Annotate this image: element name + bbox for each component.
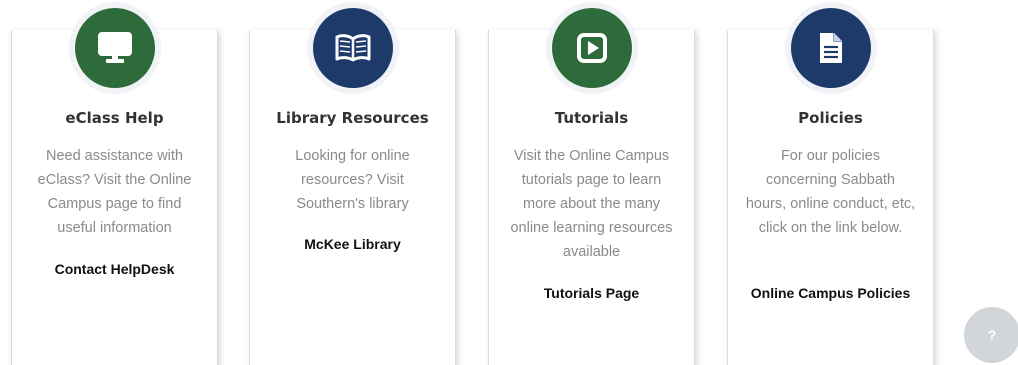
tutorials-page-link[interactable]: Tutorials Page bbox=[503, 281, 680, 305]
card-title: eClass Help bbox=[65, 109, 164, 127]
mckee-library-link[interactable]: McKee Library bbox=[264, 232, 441, 256]
online-campus-policies-link[interactable]: Online Campus Policies bbox=[742, 281, 919, 305]
document-icon bbox=[790, 8, 871, 88]
card-library-resources: Library Resources Looking for online res… bbox=[249, 8, 456, 365]
contact-helpdesk-link[interactable]: Contact HelpDesk bbox=[26, 257, 203, 281]
monitor-icon bbox=[74, 8, 155, 88]
card-policies: Policies For our policies concerning Sab… bbox=[727, 8, 934, 365]
card-title: Library Resources bbox=[276, 109, 429, 127]
help-button[interactable]: ? bbox=[964, 307, 1018, 363]
card-description: Looking for online resources? Visit Sout… bbox=[295, 148, 410, 212]
card-title: Policies bbox=[798, 109, 863, 127]
card-eclass-help: eClass Help Need assistance with eClass?… bbox=[11, 8, 218, 365]
card-title: Tutorials bbox=[554, 109, 629, 127]
card-description: Visit the Online Campus tutorials page t… bbox=[510, 148, 673, 260]
question-icon: ? bbox=[987, 327, 997, 343]
card-description: For our policies concerning Sabbath hour… bbox=[745, 148, 916, 236]
play-icon bbox=[551, 8, 632, 88]
book-icon bbox=[312, 8, 393, 88]
card-description: Need assistance with eClass? Visit the O… bbox=[37, 148, 192, 236]
card-tutorials: Tutorials Visit the Online Campus tutori… bbox=[488, 8, 695, 365]
